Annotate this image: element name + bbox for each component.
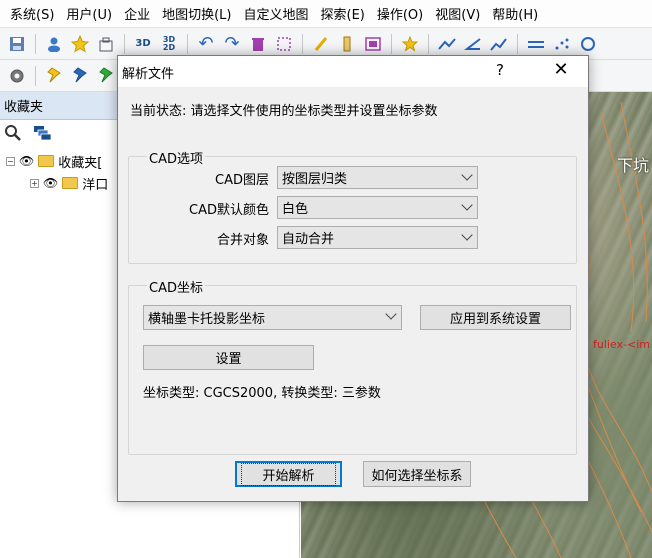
apply-to-system-button[interactable]: 应用到系统设置 [420,305,571,330]
button-label: 设置 [215,352,242,367]
toolbar-separator [517,33,518,54]
chevron-down-icon [461,229,473,241]
eye-icon[interactable]: 👁 [43,176,58,190]
cad-color-label: CAD默认颜色 [189,203,269,218]
line-icon[interactable] [436,33,458,55]
chevron-down-icon [385,308,397,320]
button-label: 开始解析 [241,462,336,486]
start-parse-button[interactable]: 开始解析 [235,461,342,487]
star-icon[interactable] [69,33,91,55]
gear-icon[interactable] [6,65,28,87]
menu-enterprise[interactable]: 企业 [118,4,156,23]
group-title: CAD坐标 [147,277,205,296]
settings-button[interactable]: 设置 [143,345,314,370]
panel-title: 收藏夹 [4,100,44,115]
toolbar-separator [428,33,429,54]
dialog-title: 解析文件 [122,67,175,82]
toolbar-separator [391,33,392,54]
save-icon[interactable] [6,33,28,55]
menu-explore[interactable]: 探索(E) [315,4,371,23]
cad-layer-select[interactable]: 按图层归类 [277,166,478,189]
image-icon[interactable] [362,33,384,55]
toolbar-separator [35,65,36,86]
dialog-titlebar[interactable]: 解析文件 ? ✕ [118,56,588,87]
pin-blue-icon[interactable] [69,65,91,87]
redo-icon[interactable]: ↷ [221,33,243,55]
folder-icon [38,155,55,167]
folder-icon [62,177,79,189]
layers-icon[interactable] [32,124,52,146]
cad-layer-label: CAD图层 [215,173,269,188]
combo-value: 白色 [282,202,309,217]
ruler-icon[interactable] [336,33,358,55]
menu-bar: 系统(S) 用户(U) 企业 地图切换(L) 自定义地图 探索(E) 操作(O)… [0,0,652,28]
tree-expander[interactable]: + [30,178,39,188]
tree-expander[interactable]: − [6,156,15,166]
merge-objects-label: 合并对象 [216,233,269,248]
toolbar-separator [302,33,303,54]
tree-item-label: 洋口 [82,177,109,193]
toolbar-separator [124,33,125,54]
angle-icon[interactable] [462,33,484,55]
group-title: CAD选项 [147,148,205,167]
menu-custom-map[interactable]: 自定义地图 [237,4,314,23]
merge-objects-select[interactable]: 自动合并 [277,226,478,249]
menu-operation[interactable]: 操作(O) [371,4,429,23]
map-place-label: 下坑 [617,156,650,175]
polyline-add-icon[interactable] [488,33,510,55]
building-icon[interactable] [95,33,117,55]
menu-user[interactable]: 用户(U) [60,4,118,23]
combo-value: 自动合并 [282,232,335,247]
menu-view[interactable]: 视图(V) [429,4,486,23]
how-to-choose-crs-button[interactable]: 如何选择坐标系 [363,461,471,487]
close-icon[interactable]: ✕ [549,59,573,83]
button-label: 如何选择坐标系 [371,468,463,484]
help-icon[interactable]: ? [496,61,504,79]
pin-green-icon[interactable] [95,65,117,87]
coordinate-info-text: 坐标类型: CGCS2000, 转换类型: 三参数 [143,386,381,401]
parse-file-dialog: 解析文件 ? ✕ 当前状态: 请选择文件使用的坐标类型并设置坐标参数 CAD选项… [117,55,589,502]
undo-icon[interactable]: ↶ [195,33,217,55]
button-label: 应用到系统设置 [449,312,541,327]
menu-help[interactable]: 帮助(H) [486,4,544,23]
toolbar-separator [187,33,188,54]
menu-system[interactable]: 系统(S) [4,4,60,23]
cad-coords-group: CAD坐标 横轴墨卡托投影坐标 应用到系统设置 设置 坐标类型: CGCS200… [128,277,577,455]
points-icon[interactable] [551,33,573,55]
search-icon[interactable] [4,124,22,146]
combo-value: 按图层归类 [282,172,348,187]
delete-icon[interactable] [247,33,269,55]
pin-yellow-icon[interactable] [43,65,65,87]
chevron-down-icon [461,169,473,181]
view-3d-button[interactable]: 3D [132,33,154,55]
view-3d-2d-button[interactable]: 3D 2D [158,33,180,55]
chevron-down-icon [461,199,473,211]
projection-select[interactable]: 横轴墨卡托投影坐标 [143,305,402,330]
status-text: 当前状态: 请选择文件使用的坐标类型并设置坐标参数 [130,104,438,119]
pencil-icon[interactable] [310,33,332,55]
circle-icon[interactable] [577,33,599,55]
user-icon[interactable] [43,33,65,55]
toolbar-separator [35,33,36,54]
menu-map-switch[interactable]: 地图切换(L) [156,4,237,23]
cad-options-group: CAD选项 CAD图层 按图层归类 CAD默认颜色 白色 合并对象 自动合并 [128,148,577,264]
view-2d-label: 2D [162,42,176,52]
tree-item-label: 收藏夹[ [58,155,103,171]
combo-value: 横轴墨卡托投影坐标 [148,312,266,327]
parallel-lines-icon[interactable] [525,33,547,55]
add-point-icon[interactable] [399,33,421,55]
cad-color-select[interactable]: 白色 [277,196,478,219]
map-red-label: fuliex-<im [593,338,650,351]
select-rect-icon[interactable] [273,33,295,55]
eye-icon[interactable]: 👁 [19,154,34,168]
